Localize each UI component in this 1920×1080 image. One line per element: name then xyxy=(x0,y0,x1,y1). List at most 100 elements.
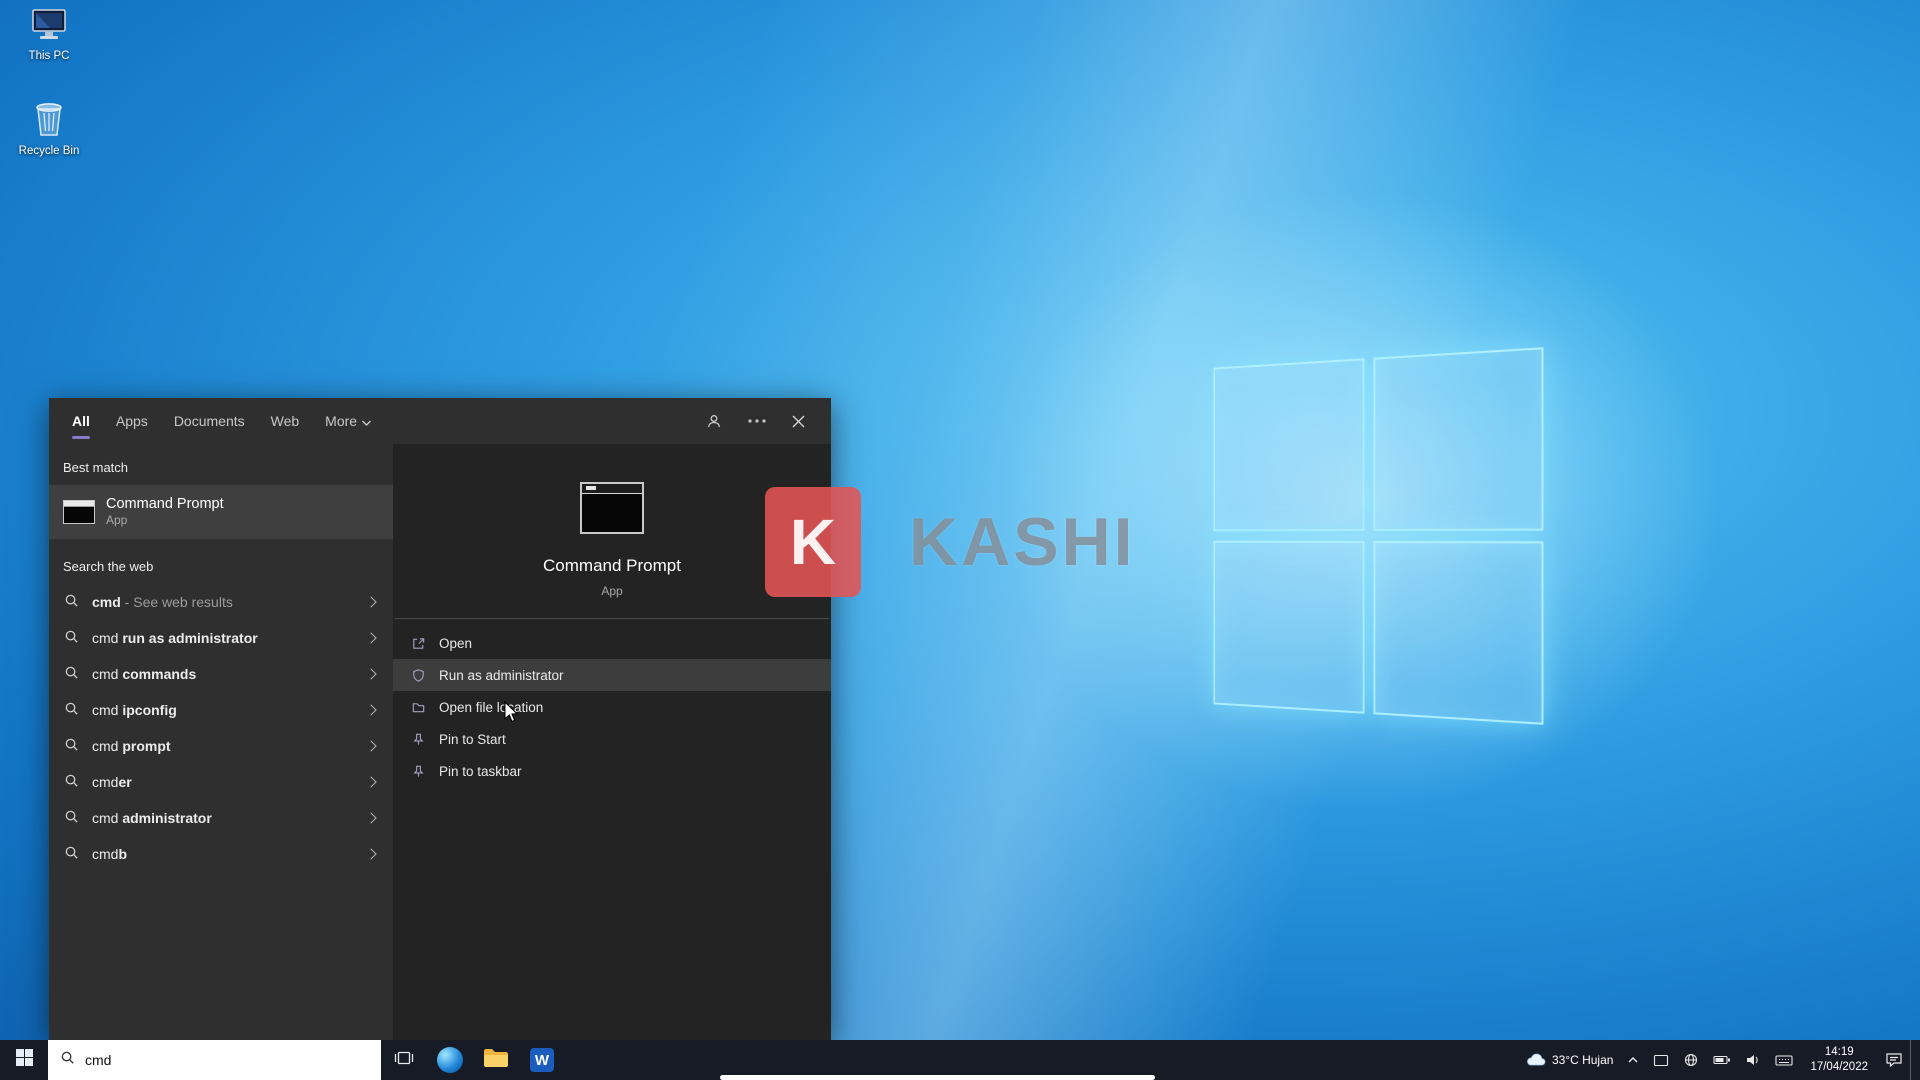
desktop-icon-this-pc[interactable]: This PC xyxy=(10,8,88,62)
logo-pane xyxy=(1213,541,1364,714)
desktop: This PC Recycle Bin All Apps Documents W… xyxy=(0,0,1920,1080)
web-suggestion[interactable]: cmder xyxy=(49,764,393,800)
web-suggestion[interactable]: cmd - See web results xyxy=(49,584,393,620)
battery-icon[interactable] xyxy=(1706,1054,1738,1066)
word-icon: W xyxy=(530,1048,554,1072)
tray-time: 14:19 xyxy=(1825,1045,1854,1060)
task-view-icon xyxy=(393,1047,415,1074)
file-explorer-taskbar-button[interactable] xyxy=(473,1040,519,1080)
tab-label: More xyxy=(325,413,357,429)
search-icon xyxy=(60,1050,75,1070)
web-suggestion[interactable]: cmd prompt xyxy=(49,728,393,764)
tab-label: Apps xyxy=(116,413,148,429)
this-pc-icon xyxy=(30,29,68,46)
sign-in-icon[interactable] xyxy=(706,413,722,429)
web-suggestion[interactable]: cmd run as administrator xyxy=(49,620,393,656)
action-run-as-administrator[interactable]: Run as administrator xyxy=(393,659,831,691)
chevron-right-icon[interactable] xyxy=(365,596,376,607)
chevron-right-icon[interactable] xyxy=(365,776,376,787)
show-desktop-button[interactable] xyxy=(1910,1040,1920,1080)
bottom-white-bar xyxy=(720,1075,1155,1080)
weather-text: 33°C Hujan xyxy=(1552,1053,1614,1067)
chevron-right-icon[interactable] xyxy=(365,740,376,751)
action-pin-to-start[interactable]: Pin to Start xyxy=(393,723,831,755)
taskbar-empty-area xyxy=(565,1040,1519,1080)
web-suggestion[interactable]: cmd administrator xyxy=(49,800,393,836)
divider xyxy=(395,618,829,619)
action-label: Run as administrator xyxy=(439,668,564,683)
network-icon[interactable] xyxy=(1676,1052,1706,1068)
action-label: Pin to taskbar xyxy=(439,764,522,779)
shield-icon xyxy=(410,668,426,683)
command-prompt-icon-large xyxy=(580,482,644,534)
chevron-right-icon[interactable] xyxy=(365,632,376,643)
search-flyout: All Apps Documents Web More xyxy=(49,398,831,1040)
chevron-right-icon[interactable] xyxy=(365,704,376,715)
word-taskbar-button[interactable]: W xyxy=(519,1040,565,1080)
close-icon[interactable] xyxy=(792,415,805,428)
taskbar-search-box[interactable]: cmd xyxy=(48,1040,381,1080)
pin-icon xyxy=(410,732,426,747)
best-match-header: Best match xyxy=(49,444,393,485)
task-view-button[interactable] xyxy=(381,1040,427,1080)
web-suggestion[interactable]: cmd ipconfig xyxy=(49,692,393,728)
tab-apps[interactable]: Apps xyxy=(116,413,148,429)
folder-icon xyxy=(410,700,426,715)
pin-icon xyxy=(410,764,426,779)
chevron-right-icon[interactable] xyxy=(365,812,376,823)
best-match-type: App xyxy=(106,513,224,529)
result-preview-pane: Command Prompt App Open Run as administr… xyxy=(393,444,831,1040)
tab-documents[interactable]: Documents xyxy=(174,413,245,429)
windows-wallpaper-logo xyxy=(1213,347,1543,725)
action-label: Pin to Start xyxy=(439,732,506,747)
tablet-mode-icon[interactable] xyxy=(1646,1054,1676,1067)
logo-pane xyxy=(1374,347,1544,531)
weather-widget[interactable]: 33°C Hujan xyxy=(1519,1052,1621,1069)
tray-overflow-chevron[interactable] xyxy=(1620,1056,1646,1064)
search-icon xyxy=(64,665,79,683)
tab-all[interactable]: All xyxy=(72,413,90,429)
edge-icon xyxy=(437,1047,463,1073)
volume-icon[interactable] xyxy=(1738,1053,1768,1067)
web-suggestion[interactable]: cmd commands xyxy=(49,656,393,692)
search-icon xyxy=(64,773,79,791)
chevron-right-icon[interactable] xyxy=(365,848,376,859)
edge-taskbar-button[interactable] xyxy=(427,1040,473,1080)
preview-title: Command Prompt xyxy=(393,556,831,576)
recycle-bin-icon xyxy=(34,124,64,141)
preview-type: App xyxy=(393,584,831,598)
keyboard-icon[interactable] xyxy=(1768,1054,1800,1067)
tab-more[interactable]: More xyxy=(325,413,371,429)
tab-label: Web xyxy=(271,413,300,429)
desktop-icon-label: This PC xyxy=(10,50,88,62)
logo-pane xyxy=(1374,541,1544,725)
search-icon xyxy=(64,701,79,719)
chevron-right-icon[interactable] xyxy=(365,668,376,679)
start-button[interactable] xyxy=(0,1040,48,1080)
search-web-header: Search the web xyxy=(49,539,393,584)
action-open-file-location[interactable]: Open file location xyxy=(393,691,831,723)
action-open[interactable]: Open xyxy=(393,627,831,659)
search-icon xyxy=(64,737,79,755)
tab-web[interactable]: Web xyxy=(271,413,300,429)
action-pin-to-taskbar[interactable]: Pin to taskbar xyxy=(393,755,831,787)
search-input-value: cmd xyxy=(85,1052,111,1068)
action-center-button[interactable] xyxy=(1878,1051,1910,1069)
search-icon xyxy=(64,593,79,611)
search-icon xyxy=(64,809,79,827)
system-tray: 33°C Hujan 14:19 17/04/2022 xyxy=(1519,1040,1920,1080)
logo-pane xyxy=(1213,358,1364,531)
web-suggestion[interactable]: cmdb xyxy=(49,836,393,872)
command-prompt-icon xyxy=(63,500,95,524)
options-ellipsis-icon[interactable] xyxy=(748,419,766,423)
desktop-icon-recycle-bin[interactable]: Recycle Bin xyxy=(10,100,88,157)
best-match-result[interactable]: Command Prompt App xyxy=(49,485,393,539)
tray-date: 17/04/2022 xyxy=(1810,1060,1868,1075)
search-icon xyxy=(64,629,79,647)
search-results-column: Best match Command Prompt App Search the… xyxy=(49,444,393,1040)
open-icon xyxy=(410,636,426,651)
chevron-down-icon xyxy=(362,413,371,429)
windows-logo-icon xyxy=(16,1049,33,1071)
file-explorer-icon xyxy=(483,1047,509,1074)
clock[interactable]: 14:19 17/04/2022 xyxy=(1800,1045,1878,1075)
